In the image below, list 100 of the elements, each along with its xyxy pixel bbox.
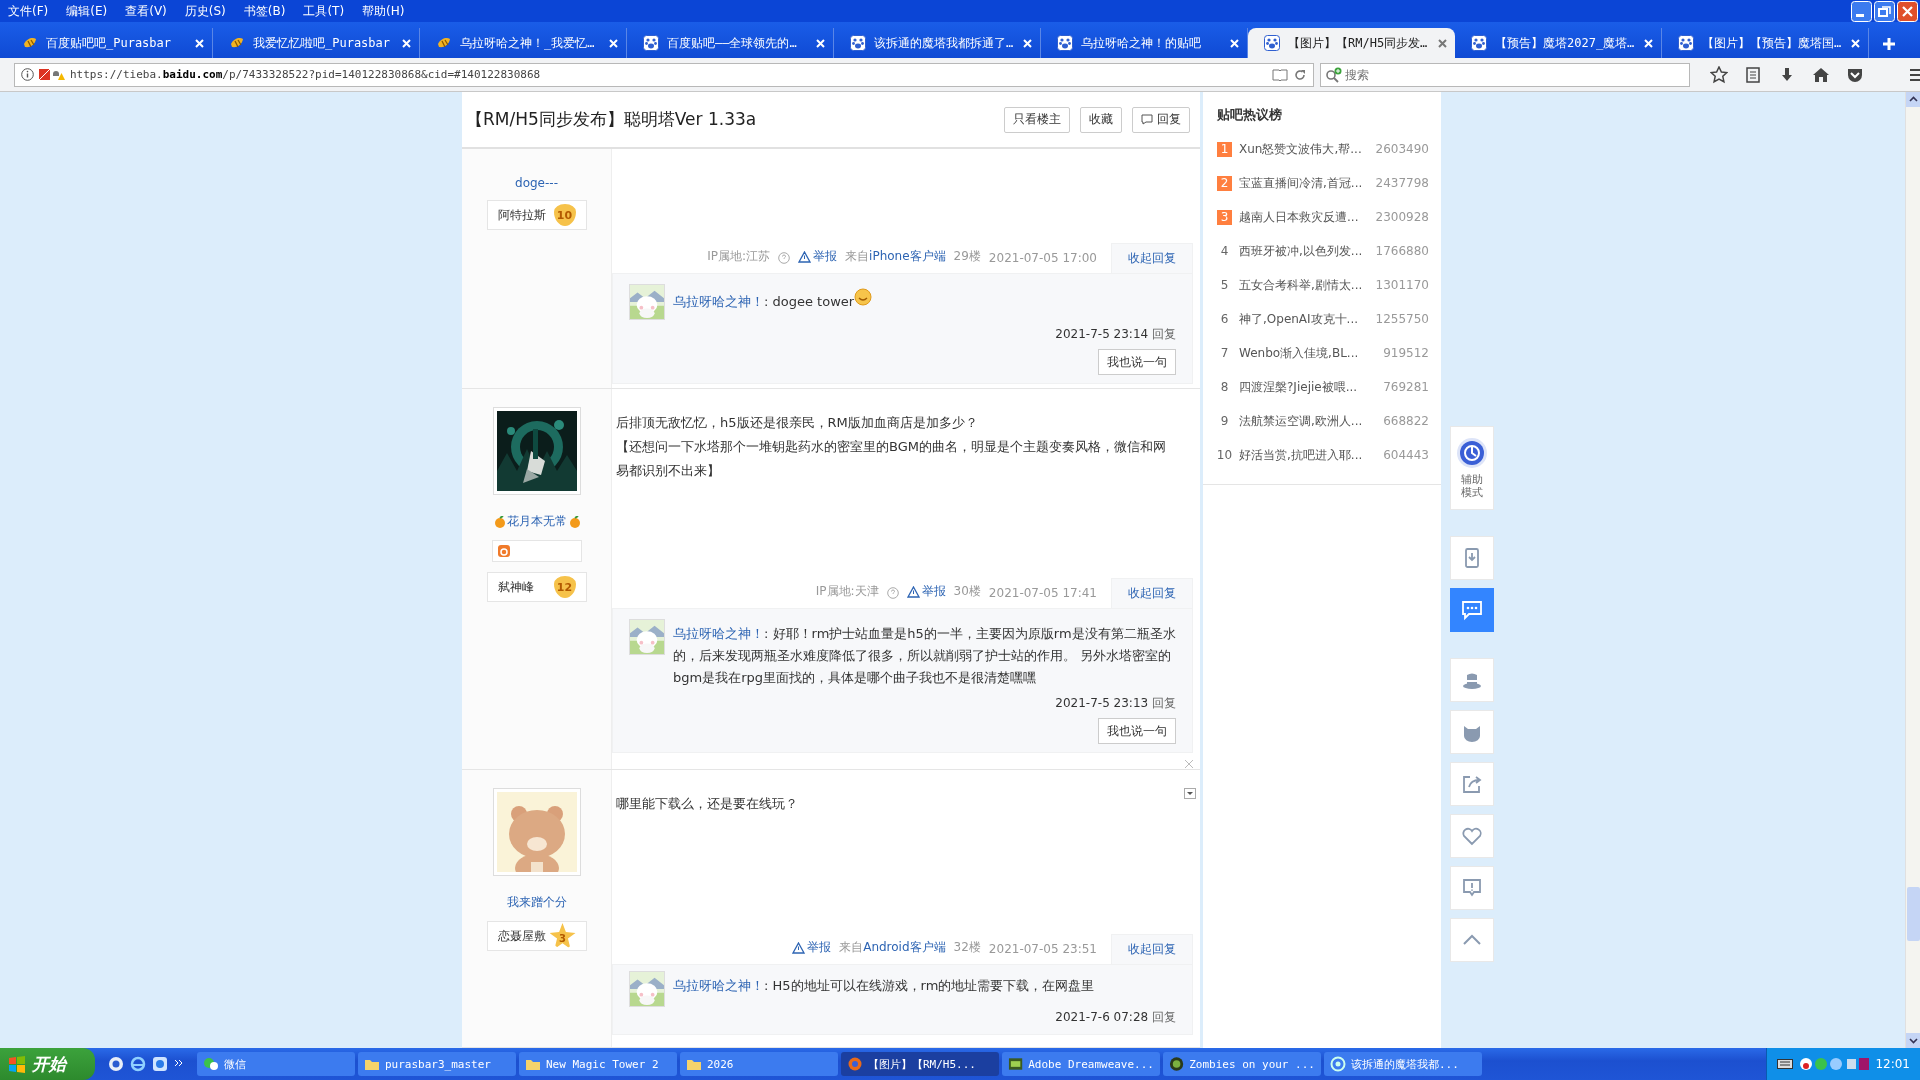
report-link[interactable]: 举报 bbox=[906, 583, 946, 608]
rank-number: 6 bbox=[1219, 311, 1230, 327]
dropdown-icon[interactable] bbox=[1184, 788, 1196, 799]
taskbar-button[interactable]: Zombies on your ... bbox=[1163, 1052, 1321, 1076]
minimize-icon[interactable] bbox=[1851, 0, 1872, 22]
address-bar[interactable]: https://tieba.baidu.com/p/7433328522?pid=140122830868&cid=#140122830868 bbox=[14, 62, 1314, 87]
tray-icons-drawing[interactable] bbox=[1799, 1056, 1870, 1072]
trending-item[interactable]: 7 Wenbo渐入佳境,BL... 919512 bbox=[1217, 336, 1429, 370]
trending-count: 1255750 bbox=[1375, 312, 1429, 326]
trending-title: Xun怒赞文波伟大,帮... bbox=[1239, 140, 1363, 158]
menu-item[interactable]: 查看(V) bbox=[125, 2, 167, 20]
search-bar[interactable]: 搜索 bbox=[1320, 62, 1690, 87]
taskbar-button[interactable]: purasbar3_master bbox=[358, 1052, 516, 1076]
menu-item[interactable]: 编辑(E) bbox=[66, 2, 108, 20]
taskbar-button[interactable]: 该拆通的魔塔我都... bbox=[1324, 1052, 1482, 1076]
report-link[interactable]: 举报 bbox=[792, 939, 832, 964]
taskbar-button[interactable]: 微信 bbox=[197, 1052, 355, 1076]
trending-item[interactable]: 1 Xun怒赞文波伟大,帮... 2603490 bbox=[1217, 132, 1429, 166]
username-link[interactable]: 乌拉呀哈之神！ bbox=[673, 626, 764, 641]
taskbar-button[interactable]: 2026 bbox=[680, 1052, 838, 1076]
app-icon bbox=[1008, 1056, 1024, 1072]
post-text: 【还想问一下水塔那个一堆钥匙药水的密室里的BGM的曲名，明显是个主题变奏风格，微信和网易都识别不出来】 bbox=[616, 438, 1167, 480]
forum-level-badge[interactable]: 恋聂屋敷 3 bbox=[486, 921, 587, 951]
collapse-replies-tab[interactable]: 收起回复 bbox=[1111, 578, 1193, 608]
level-title: 恋聂屋敷 bbox=[497, 927, 546, 945]
trending-title: 神了,OpenAI攻克十... bbox=[1239, 310, 1360, 328]
level-number: 10 bbox=[553, 204, 576, 226]
trending-item[interactable]: 8 四渡涅槃?Jiejie被喂... 769281 bbox=[1217, 370, 1429, 404]
menu-item[interactable]: 历史(S) bbox=[184, 2, 226, 20]
start-button[interactable]: 开始 bbox=[0, 1048, 95, 1080]
taskbar-button[interactable]: New Magic Tower 2 bbox=[519, 1052, 677, 1076]
reload-icon[interactable] bbox=[1293, 67, 1307, 82]
bookmark-star-icon[interactable] bbox=[1710, 65, 1728, 84]
rank-number: 5 bbox=[1219, 277, 1230, 293]
paw-icon bbox=[850, 35, 866, 51]
username-link[interactable]: 我来蹭个分 bbox=[506, 894, 567, 911]
scroll-thumb[interactable] bbox=[1907, 887, 1920, 941]
thread-title: 【RM/H5同步发布】聪明塔Ver 1.33a bbox=[466, 108, 758, 131]
info-icon[interactable] bbox=[21, 68, 34, 81]
menu-item[interactable]: 工具(T) bbox=[303, 2, 345, 20]
reply-time: 2021-7-6 07:28 回复 bbox=[1055, 1009, 1176, 1026]
app-icon bbox=[1330, 1056, 1346, 1072]
reply-button[interactable]: 回复 bbox=[1132, 106, 1190, 133]
menu-item[interactable]: 书签(B) bbox=[243, 2, 286, 20]
thread-button[interactable]: 只看楼主 bbox=[1004, 106, 1070, 133]
trending-item[interactable]: 4 西班牙被冲,以色列发... 1766880 bbox=[1217, 234, 1429, 268]
trending-count: 2603490 bbox=[1375, 142, 1429, 156]
report-link[interactable]: 举报 bbox=[798, 248, 838, 273]
menu-item[interactable]: 文件(F) bbox=[8, 2, 49, 20]
trending-item[interactable]: 10 好活当赏,抗吧进入耶... 604443 bbox=[1217, 438, 1429, 472]
reply-text: 乌拉呀哈之神！: 好耶！rm护士站血量是h5的一半，主要因为原版rm是没有第二瓶圣水的，后来发现两瓶圣水难度降低了很多，所以就削弱了护士站的作用。 另外水塔密室的bgm是我在rpg里面找的，具体是哪个曲子我也不是很清楚嘿嘿 bbox=[673, 625, 1176, 687]
scroll-down-icon[interactable] bbox=[1906, 1033, 1920, 1048]
trending-item[interactable]: 5 五女合考科举,剧情太... 1301170 bbox=[1217, 268, 1429, 302]
trending-count: 2300928 bbox=[1375, 210, 1429, 224]
trending-title: 四渡涅槃?Jiejie被喂... bbox=[1239, 378, 1359, 396]
trending-item[interactable]: 3 越南人日本救灾反遭... 2300928 bbox=[1217, 200, 1429, 234]
reader-view-icon[interactable] bbox=[1272, 68, 1288, 81]
keyboard-icon[interactable] bbox=[1777, 1058, 1794, 1070]
taskbar-button[interactable]: 【图片】【RM/H5... bbox=[841, 1052, 999, 1076]
fruit-icon bbox=[568, 515, 580, 528]
collapse-replies-tab[interactable]: 收起回复 bbox=[1111, 243, 1193, 273]
scrollbar[interactable] bbox=[1905, 92, 1920, 1048]
level-title: 阿特拉斯 bbox=[497, 206, 546, 224]
forum-level-badge[interactable]: 阿特拉斯 10 bbox=[486, 200, 587, 230]
trending-item[interactable]: 6 神了,OpenAI攻克十... 1255750 bbox=[1217, 302, 1429, 336]
taskbar-button[interactable]: Adobe Dreamweave... bbox=[1002, 1052, 1160, 1076]
browser-tab[interactable]: 【图片】【RM/H5同步发… bbox=[1248, 28, 1455, 58]
forum-level-badge[interactable]: 弑神峰 12 bbox=[486, 572, 587, 602]
blocked-content-icon[interactable] bbox=[39, 68, 65, 81]
fruit-icon bbox=[493, 515, 505, 528]
username-link[interactable]: 乌拉呀哈之神！ bbox=[673, 978, 764, 993]
reading-list-icon[interactable] bbox=[1744, 65, 1762, 84]
rank-number: 10 bbox=[1217, 447, 1232, 463]
menu-item[interactable]: 帮助(H) bbox=[362, 2, 405, 20]
section-title: 贴吧热议榜 bbox=[1217, 106, 1283, 124]
trending-count: 769281 bbox=[1383, 380, 1429, 394]
browser-icon[interactable] bbox=[108, 1056, 124, 1072]
close-icon[interactable] bbox=[1438, 38, 1447, 48]
medal-icon bbox=[496, 544, 511, 558]
rank-number: 7 bbox=[1219, 345, 1230, 361]
trending-item[interactable]: 2 宝蓝直播间冷清,首冠... 2437798 bbox=[1217, 166, 1429, 200]
scroll-up-icon[interactable] bbox=[1906, 92, 1920, 107]
thread-button[interactable]: 收藏 bbox=[1080, 106, 1122, 133]
paw-icon bbox=[1471, 35, 1487, 51]
heart-icon bbox=[1461, 825, 1483, 847]
username-link[interactable]: 花月本无常 bbox=[506, 513, 567, 530]
comment-button[interactable]: 我也说一句 bbox=[1098, 718, 1176, 744]
level-title: 弑神峰 bbox=[497, 578, 534, 596]
username-link[interactable]: doge--- bbox=[515, 176, 558, 190]
collapse-replies-tab[interactable]: 收起回复 bbox=[1111, 934, 1193, 964]
search-icon[interactable] bbox=[1325, 66, 1343, 83]
trending-item[interactable]: 9 法航禁运空调,欧洲人... 668822 bbox=[1217, 404, 1429, 438]
restore-icon[interactable] bbox=[1874, 0, 1895, 22]
username-link[interactable]: 乌拉呀哈之神！ bbox=[673, 294, 764, 309]
accessibility-button[interactable]: 辅助模式 bbox=[1450, 426, 1494, 510]
home-icon[interactable] bbox=[1812, 65, 1830, 84]
toolbar-button[interactable] bbox=[1450, 588, 1494, 632]
comment-button[interactable]: 我也说一句 bbox=[1098, 349, 1176, 375]
app-icon[interactable] bbox=[152, 1056, 168, 1072]
rank-number: 1 bbox=[1217, 141, 1232, 157]
